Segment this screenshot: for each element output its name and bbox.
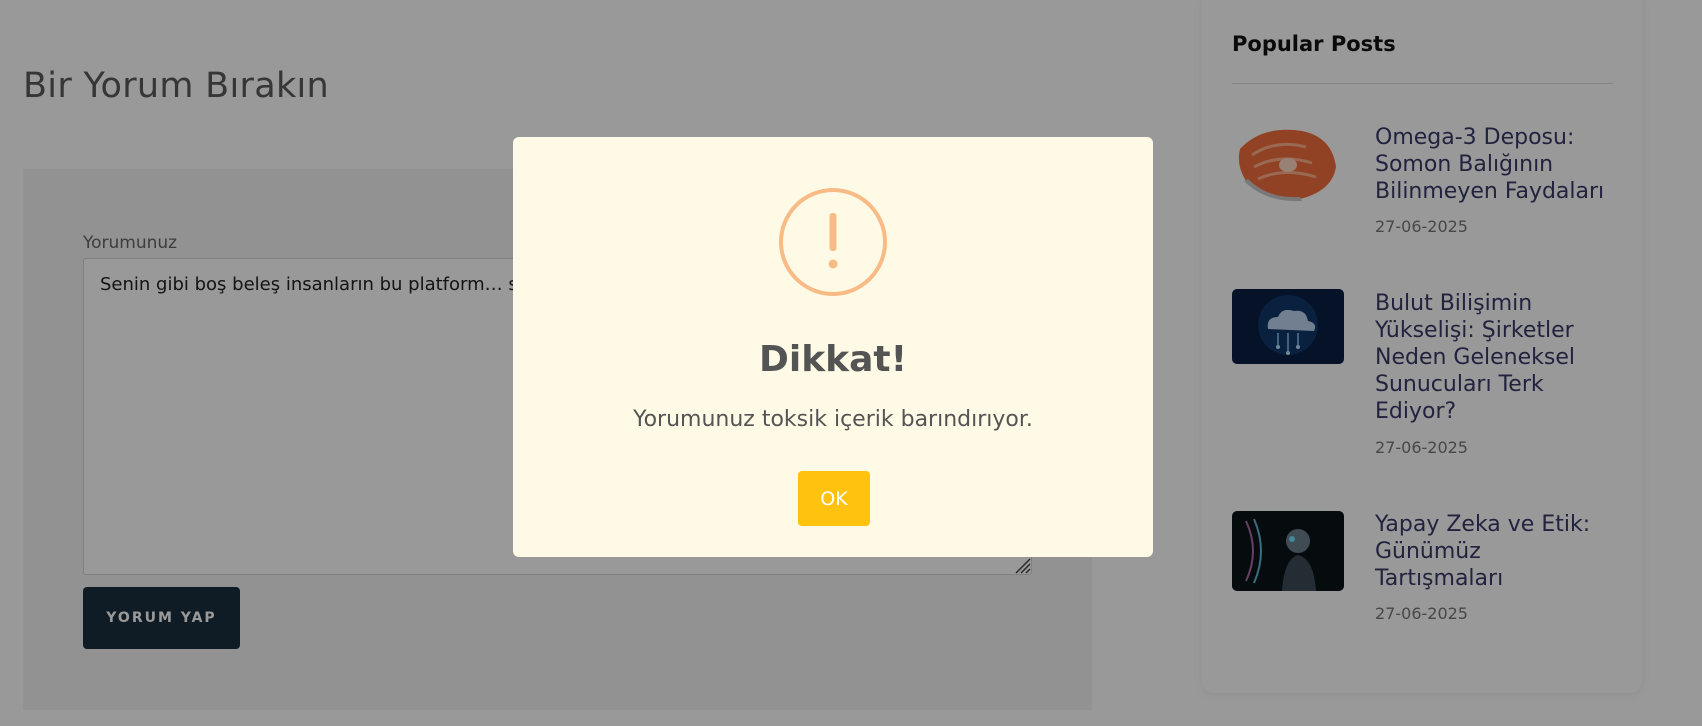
alert-dialog: Dikkat! Yorumunuz toksik içerik barındır… (513, 137, 1153, 557)
ok-button[interactable]: OK (798, 471, 870, 526)
warning-icon (779, 188, 887, 296)
alert-message: Yorumunuz toksik içerik barındırıyor. (633, 407, 1033, 432)
alert-title: Dikkat! (758, 339, 908, 380)
page: Bir Yorum Bırakın Yorumunuz Senin gibi b… (0, 0, 1702, 726)
